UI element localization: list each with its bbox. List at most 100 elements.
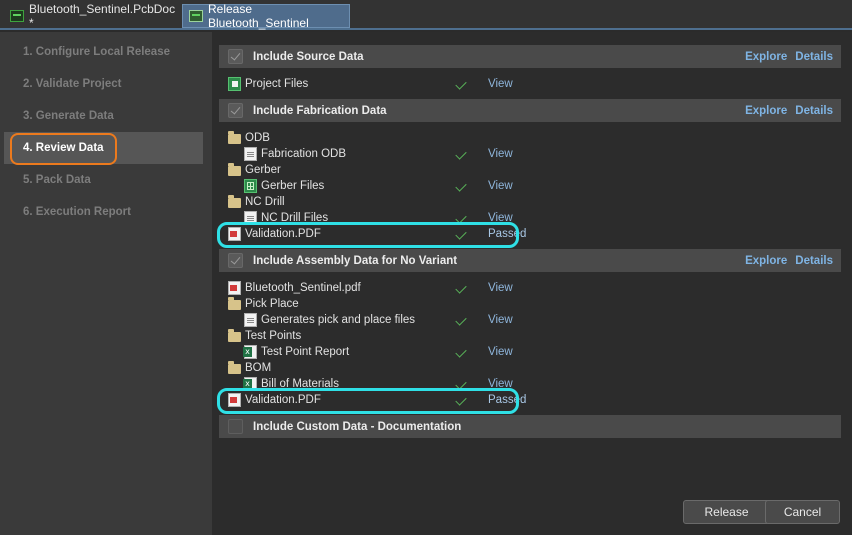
folder-bom[interactable]: BOM bbox=[228, 360, 528, 376]
document-icon bbox=[244, 147, 257, 161]
step-review-data[interactable]: 4. Review Data bbox=[4, 132, 203, 164]
list-item-nc-drill-files: NC Drill Files View bbox=[244, 210, 544, 226]
passed-status[interactable]: Passed bbox=[488, 394, 526, 406]
folder-pick-place[interactable]: Pick Place bbox=[228, 296, 528, 312]
pdf-icon bbox=[228, 227, 241, 241]
release-steps-sidebar: 1. Configure Local Release 2. Validate P… bbox=[0, 32, 212, 535]
section-title: Include Source Data bbox=[253, 50, 364, 63]
folder-icon bbox=[228, 195, 241, 208]
item-name: Fabrication ODB bbox=[261, 148, 347, 160]
section-title: Include Fabrication Data bbox=[253, 104, 387, 117]
pcb-document-icon bbox=[10, 10, 24, 22]
step-validate-project[interactable]: 2. Validate Project bbox=[4, 68, 203, 100]
document-icon bbox=[244, 313, 257, 327]
include-source-checkbox[interactable] bbox=[228, 49, 243, 64]
step-label: 1. Configure Local Release bbox=[23, 46, 170, 58]
item-name: NC Drill Files bbox=[261, 212, 329, 224]
folder-name: Gerber bbox=[245, 164, 281, 176]
item-name: Bluetooth_Sentinel.pdf bbox=[245, 282, 361, 294]
list-item-test-point-report: Test Point Report View bbox=[243, 344, 544, 360]
folder-name: ODB bbox=[245, 132, 270, 144]
view-link[interactable]: View bbox=[488, 314, 513, 326]
folder-icon bbox=[228, 361, 241, 374]
folder-name: BOM bbox=[245, 362, 272, 374]
project-icon bbox=[228, 77, 241, 91]
step-pack-data[interactable]: 5. Pack Data bbox=[4, 164, 203, 196]
item-name: Validation.PDF bbox=[245, 394, 321, 406]
step-label: 3. Generate Data bbox=[23, 110, 114, 122]
step-configure-local-release[interactable]: 1. Configure Local Release bbox=[4, 36, 203, 68]
section-title: Include Assembly Data for No Variant bbox=[253, 254, 458, 267]
section-assembly-data: Include Assembly Data for No Variant Exp… bbox=[219, 249, 841, 272]
list-item-fabrication-odb: Fabrication ODB View bbox=[244, 146, 544, 162]
folder-name: NC Drill bbox=[245, 196, 285, 208]
step-label: 6. Execution Report bbox=[23, 206, 131, 218]
item-name: Gerber Files bbox=[261, 180, 325, 192]
item-name: Generates pick and place files bbox=[261, 314, 416, 326]
list-item-project-files: Project Files View bbox=[228, 76, 528, 92]
check-icon bbox=[455, 180, 467, 192]
view-link[interactable]: View bbox=[488, 378, 513, 390]
explore-link[interactable]: Explore bbox=[745, 255, 787, 267]
folder-odb[interactable]: ODB bbox=[228, 130, 528, 146]
item-name: Bill of Materials bbox=[261, 378, 339, 390]
check-icon bbox=[455, 378, 467, 390]
list-item-bill-of-materials: Bill of Materials View bbox=[243, 376, 544, 392]
item-name: Validation.PDF bbox=[245, 228, 321, 240]
section-title: Include Custom Data - Documentation bbox=[253, 420, 462, 433]
check-icon bbox=[455, 228, 467, 240]
folder-icon bbox=[228, 329, 241, 342]
details-link[interactable]: Details bbox=[795, 255, 833, 267]
list-item-assembly-pdf: Bluetooth_Sentinel.pdf View bbox=[228, 280, 528, 296]
passed-status[interactable]: Passed bbox=[488, 228, 526, 240]
folder-icon bbox=[228, 163, 241, 176]
folder-name: Test Points bbox=[245, 330, 302, 342]
release-icon bbox=[189, 10, 203, 22]
step-execution-report[interactable]: 6. Execution Report bbox=[4, 196, 203, 228]
check-icon bbox=[455, 394, 467, 406]
check-icon bbox=[455, 282, 467, 294]
view-link[interactable]: View bbox=[488, 212, 513, 224]
include-custom-checkbox[interactable] bbox=[228, 419, 243, 434]
list-item-assembly-validation: Validation.PDF Passed bbox=[228, 392, 528, 408]
check-icon bbox=[455, 346, 467, 358]
include-fabrication-checkbox[interactable] bbox=[228, 103, 243, 118]
gerber-icon bbox=[244, 179, 257, 193]
view-link[interactable]: View bbox=[488, 282, 513, 294]
pdf-icon bbox=[228, 281, 241, 295]
details-link[interactable]: Details bbox=[795, 51, 833, 63]
section-fabrication-data: Include Fabrication Data Explore Details bbox=[219, 99, 841, 122]
release-button[interactable]: Release bbox=[683, 500, 770, 524]
folder-icon bbox=[228, 297, 241, 310]
item-name: Project Files bbox=[245, 78, 309, 90]
cancel-button[interactable]: Cancel bbox=[765, 500, 840, 524]
tab-pcbdoc[interactable]: Bluetooth_Sentinel.PcbDoc * bbox=[4, 2, 180, 30]
view-link[interactable]: View bbox=[488, 346, 513, 358]
section-source-data: Include Source Data Explore Details bbox=[219, 45, 841, 68]
review-data-panel: Include Source Data Explore Details Proj… bbox=[212, 32, 852, 535]
view-link[interactable]: View bbox=[488, 148, 513, 160]
explore-link[interactable]: Explore bbox=[745, 105, 787, 117]
include-assembly-checkbox[interactable] bbox=[228, 253, 243, 268]
document-icon bbox=[244, 211, 257, 225]
tab-release[interactable]: Release Bluetooth_Sentinel bbox=[182, 2, 350, 30]
section-custom-data: Include Custom Data - Documentation bbox=[219, 415, 841, 438]
details-link[interactable]: Details bbox=[795, 105, 833, 117]
view-link[interactable]: View bbox=[488, 180, 513, 192]
explore-link[interactable]: Explore bbox=[745, 51, 787, 63]
step-label: 2. Validate Project bbox=[23, 78, 122, 90]
view-link[interactable]: View bbox=[488, 78, 513, 90]
folder-gerber[interactable]: Gerber bbox=[228, 162, 528, 178]
tab-label: Release Bluetooth_Sentinel bbox=[208, 2, 309, 30]
folder-nc-drill[interactable]: NC Drill bbox=[228, 194, 528, 210]
spreadsheet-icon bbox=[243, 345, 257, 359]
list-item-pick-place-files: Generates pick and place files View bbox=[244, 312, 544, 328]
folder-test-points[interactable]: Test Points bbox=[228, 328, 528, 344]
check-icon bbox=[455, 148, 467, 160]
item-name: Test Point Report bbox=[261, 346, 350, 358]
step-generate-data[interactable]: 3. Generate Data bbox=[4, 100, 203, 132]
folder-name: Pick Place bbox=[245, 298, 299, 310]
check-icon bbox=[455, 314, 467, 326]
document-tab-bar: Bluetooth_Sentinel.PcbDoc * Release Blue… bbox=[0, 0, 852, 30]
list-item-fabrication-validation: Validation.PDF Passed bbox=[228, 226, 528, 242]
